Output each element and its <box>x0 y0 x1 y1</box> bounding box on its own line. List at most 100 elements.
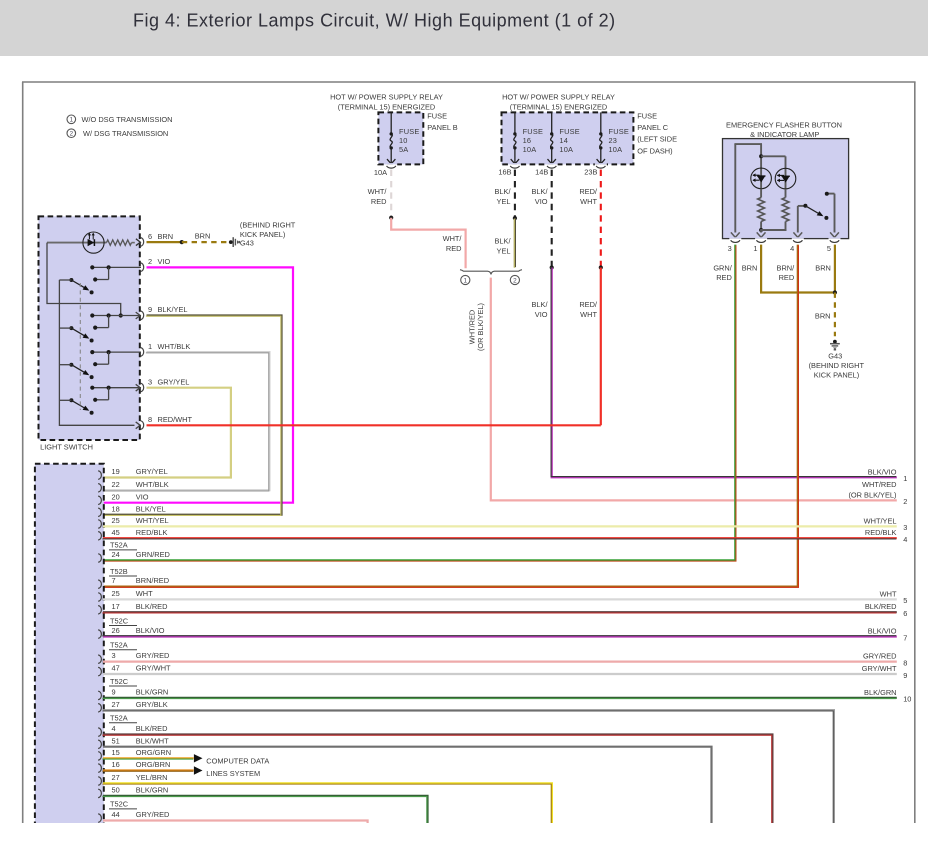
svg-text:BLK/YEL: BLK/YEL <box>158 305 188 314</box>
svg-text:RED: RED <box>716 273 732 282</box>
svg-text:23: 23 <box>609 136 618 145</box>
svg-text:GRY/RED: GRY/RED <box>136 810 170 819</box>
svg-text:LINES SYSTEM: LINES SYSTEM <box>206 769 260 778</box>
svg-text:WHT/BLK: WHT/BLK <box>158 342 191 351</box>
svg-text:WHT/: WHT/ <box>443 234 463 243</box>
svg-text:9: 9 <box>112 687 116 696</box>
svg-text:7: 7 <box>112 576 116 585</box>
svg-text:COMPUTER DATA: COMPUTER DATA <box>206 757 269 766</box>
svg-text:20: 20 <box>112 492 120 501</box>
svg-text:16: 16 <box>523 136 532 145</box>
svg-text:WHT: WHT <box>880 589 897 598</box>
svg-text:VIO: VIO <box>136 492 149 501</box>
svg-text:5A: 5A <box>399 145 408 154</box>
svg-text:KICK PANEL): KICK PANEL) <box>814 371 859 380</box>
svg-text:BLK/: BLK/ <box>531 187 548 196</box>
svg-text:(OR BLK/YEL): (OR BLK/YEL) <box>476 303 485 351</box>
svg-text:3: 3 <box>728 244 732 253</box>
svg-text:WHT: WHT <box>580 197 597 206</box>
svg-text:8: 8 <box>148 415 152 424</box>
svg-text:WHT/YEL: WHT/YEL <box>136 516 169 525</box>
svg-text:GRY/RED: GRY/RED <box>136 651 170 660</box>
svg-text:WHT/BLK: WHT/BLK <box>136 480 169 489</box>
svg-text:RED/: RED/ <box>579 300 598 309</box>
svg-text:18: 18 <box>112 504 120 513</box>
svg-text:VIO: VIO <box>158 257 171 266</box>
svg-text:WHT/YEL: WHT/YEL <box>864 516 897 525</box>
svg-text:GRY/YEL: GRY/YEL <box>136 467 168 476</box>
svg-text:YEL: YEL <box>497 247 511 256</box>
svg-text:1: 1 <box>753 244 757 253</box>
svg-text:2: 2 <box>513 277 517 284</box>
svg-text:BLK/RED: BLK/RED <box>136 724 168 733</box>
svg-text:10A: 10A <box>374 168 387 177</box>
svg-text:BLK/VIO: BLK/VIO <box>868 627 897 636</box>
svg-text:16B: 16B <box>498 168 511 177</box>
svg-text:26: 26 <box>112 626 120 635</box>
svg-text:BLK/: BLK/ <box>494 187 511 196</box>
svg-text:10A: 10A <box>523 145 537 154</box>
svg-text:3: 3 <box>903 523 907 532</box>
svg-text:1: 1 <box>903 474 907 483</box>
svg-text:BLK/GRN: BLK/GRN <box>864 688 896 697</box>
svg-text:VIO: VIO <box>535 310 548 319</box>
svg-text:19: 19 <box>112 467 120 476</box>
svg-text:10: 10 <box>903 695 911 704</box>
svg-text:27: 27 <box>112 700 120 709</box>
svg-text:44: 44 <box>112 810 120 819</box>
svg-text:T52B: T52B <box>110 567 128 576</box>
svg-text:BLK/VIO: BLK/VIO <box>868 467 897 476</box>
svg-text:T52A: T52A <box>110 541 128 550</box>
svg-text:FUSE: FUSE <box>559 127 580 136</box>
svg-text:BLK/GRN: BLK/GRN <box>136 785 168 794</box>
svg-text:ORG/GRN: ORG/GRN <box>136 748 171 757</box>
svg-text:10A: 10A <box>559 145 573 154</box>
svg-text:WHT: WHT <box>136 589 153 598</box>
svg-text:OF DASH): OF DASH) <box>637 146 672 155</box>
svg-text:BRN/RED: BRN/RED <box>136 576 169 585</box>
svg-text:9: 9 <box>148 305 152 314</box>
svg-text:45: 45 <box>112 528 120 537</box>
svg-text:T52C: T52C <box>110 677 129 686</box>
svg-text:G43: G43 <box>240 238 254 247</box>
svg-text:23B: 23B <box>584 168 597 177</box>
svg-text:(LEFT SIDE: (LEFT SIDE <box>637 135 677 144</box>
svg-text:14B: 14B <box>535 168 548 177</box>
svg-text:FUSE: FUSE <box>399 127 420 136</box>
svg-text:WHT/: WHT/ <box>368 187 388 196</box>
svg-text:24: 24 <box>112 550 120 559</box>
svg-text:1: 1 <box>148 342 152 351</box>
svg-text:51: 51 <box>112 736 120 745</box>
svg-text:(BEHIND RIGHT: (BEHIND RIGHT <box>240 221 296 230</box>
svg-text:GRN/RED: GRN/RED <box>136 550 170 559</box>
svg-text:GRY/WHT: GRY/WHT <box>136 664 171 673</box>
svg-text:BRN: BRN <box>815 311 831 320</box>
svg-text:22: 22 <box>112 480 120 489</box>
svg-text:10A: 10A <box>609 145 623 154</box>
svg-text:BRN: BRN <box>158 232 174 241</box>
svg-text:Fig 4: Exterior Lamps Circuit,: Fig 4: Exterior Lamps Circuit, W/ High E… <box>133 11 616 31</box>
svg-text:6: 6 <box>903 609 907 618</box>
svg-text:GRY/WHT: GRY/WHT <box>862 664 897 673</box>
svg-text:T52A: T52A <box>110 714 128 723</box>
svg-text:7: 7 <box>903 633 907 642</box>
svg-text:3: 3 <box>112 651 116 660</box>
svg-text:BLK/YEL: BLK/YEL <box>136 504 166 513</box>
svg-text:HOT W/ POWER SUPPLY RELAY: HOT W/ POWER SUPPLY RELAY <box>330 92 443 101</box>
svg-text:2: 2 <box>148 257 152 266</box>
svg-text:BRN/: BRN/ <box>777 263 796 272</box>
svg-text:LIGHT SWITCH: LIGHT SWITCH <box>40 442 93 451</box>
svg-text:WHT/RED: WHT/RED <box>468 310 477 345</box>
svg-text:15: 15 <box>112 748 120 757</box>
svg-text:14: 14 <box>559 136 568 145</box>
svg-text:FUSE: FUSE <box>609 127 630 136</box>
svg-text:BLK/RED: BLK/RED <box>865 602 897 611</box>
svg-text:2: 2 <box>70 131 74 138</box>
svg-text:RED/BLK: RED/BLK <box>136 528 168 537</box>
svg-text:WHT: WHT <box>580 310 597 319</box>
svg-text:& INDICATOR LAMP: & INDICATOR LAMP <box>750 130 819 139</box>
svg-text:ORG/BRN: ORG/BRN <box>136 760 171 769</box>
svg-text:T52C: T52C <box>110 800 129 809</box>
svg-text:G43: G43 <box>828 352 842 361</box>
svg-text:27: 27 <box>112 773 120 782</box>
